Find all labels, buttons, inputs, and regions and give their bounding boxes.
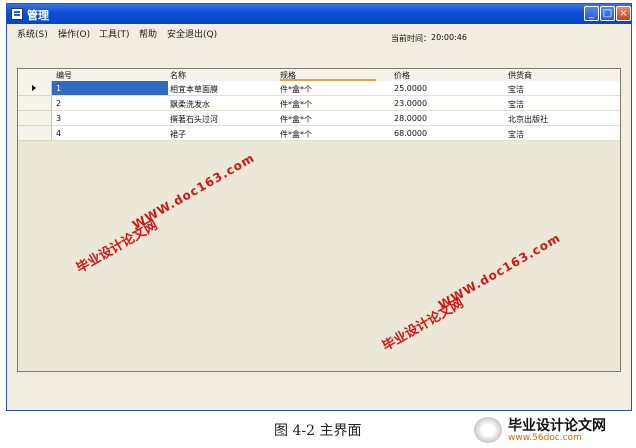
- figure-caption: 图 4-2 主界面: [274, 423, 362, 439]
- cell-supplier[interactable]: 宝洁: [508, 99, 524, 110]
- row-header[interactable]: [18, 126, 52, 141]
- row-header[interactable]: [18, 111, 52, 126]
- clock-value: 20:00:46: [431, 33, 467, 42]
- table-row[interactable]: 2 飘柔洗发水 件*盒*个 23.0000 宝洁: [52, 96, 620, 111]
- cell-price[interactable]: 28.0000: [394, 114, 427, 123]
- cell-spec[interactable]: 件*盒*个: [280, 129, 312, 140]
- row-header[interactable]: [18, 81, 52, 96]
- menu-operation[interactable]: 操作(O): [58, 27, 90, 40]
- cell-name[interactable]: 飘柔洗发水: [170, 99, 210, 110]
- cell-spec[interactable]: 件*盒*个: [280, 99, 312, 110]
- cell-supplier[interactable]: 宝洁: [508, 84, 524, 95]
- site-logo: 毕业设计论文网 www.56doc.com: [472, 413, 632, 447]
- cell-id[interactable]: 4: [56, 129, 61, 138]
- cell-name[interactable]: 撰著石头过河: [170, 114, 218, 125]
- logo-emblem-icon: [474, 417, 502, 443]
- logo-url: www.56doc.com: [508, 433, 582, 443]
- col-header-price[interactable]: 价格: [394, 70, 410, 81]
- cell-name[interactable]: 相宜本草面膜: [170, 84, 218, 95]
- clock-label: 当前时间：: [391, 34, 431, 43]
- cell-spec[interactable]: 件*盒*个: [280, 114, 312, 125]
- cell-name[interactable]: 裙子: [170, 129, 186, 140]
- col-header-supplier[interactable]: 供货商: [508, 70, 532, 81]
- menu-help[interactable]: 帮助: [139, 27, 157, 40]
- cell-price[interactable]: 68.0000: [394, 129, 427, 138]
- menu-system[interactable]: 系统(S): [17, 27, 48, 40]
- current-row-arrow-icon: [32, 85, 36, 91]
- cell-id[interactable]: 2: [56, 99, 61, 108]
- cell-id[interactable]: 1: [56, 84, 61, 93]
- menu-bar: 系统(S) 操作(O) 工具(T) 帮助 安全退出(Q): [7, 24, 631, 42]
- menu-safe-exit[interactable]: 安全退出(Q): [167, 27, 217, 40]
- data-grid[interactable]: 编号 名称 规格 价格 供货商 1 相宜本草面膜 件*盒*个 25.0000 宝…: [17, 68, 621, 372]
- menu-tools[interactable]: 工具(T): [99, 27, 130, 40]
- cell-price[interactable]: 25.0000: [394, 84, 427, 93]
- table-row[interactable]: 1 相宜本草面膜 件*盒*个 25.0000 宝洁: [52, 81, 620, 96]
- main-window: 管理 _ □ × 系统(S) 操作(O) 工具(T) 帮助 安全退出(Q) 当前…: [6, 3, 632, 411]
- title-bar[interactable]: 管理 _ □ ×: [7, 4, 631, 24]
- col-header-name[interactable]: 名称: [170, 70, 186, 81]
- cell-supplier[interactable]: 宝洁: [508, 129, 524, 140]
- table-row[interactable]: 4 裙子 件*盒*个 68.0000 宝洁: [52, 126, 620, 141]
- table-row[interactable]: 3 撰著石头过河 件*盒*个 28.0000 北京出版社: [52, 111, 620, 126]
- close-button[interactable]: ×: [616, 6, 631, 21]
- cell-price[interactable]: 23.0000: [394, 99, 427, 108]
- window-title: 管理: [27, 9, 49, 22]
- logo-title: 毕业设计论文网: [508, 418, 606, 434]
- selected-cell[interactable]: 1: [52, 81, 168, 95]
- cell-spec[interactable]: 件*盒*个: [280, 84, 312, 95]
- app-icon: [11, 8, 23, 20]
- cell-id[interactable]: 3: [56, 114, 61, 123]
- row-header[interactable]: [18, 96, 52, 111]
- maximize-button[interactable]: □: [600, 6, 615, 21]
- col-header-id[interactable]: 编号: [56, 70, 72, 81]
- minimize-button[interactable]: _: [584, 6, 599, 21]
- cell-supplier[interactable]: 北京出版社: [508, 114, 548, 125]
